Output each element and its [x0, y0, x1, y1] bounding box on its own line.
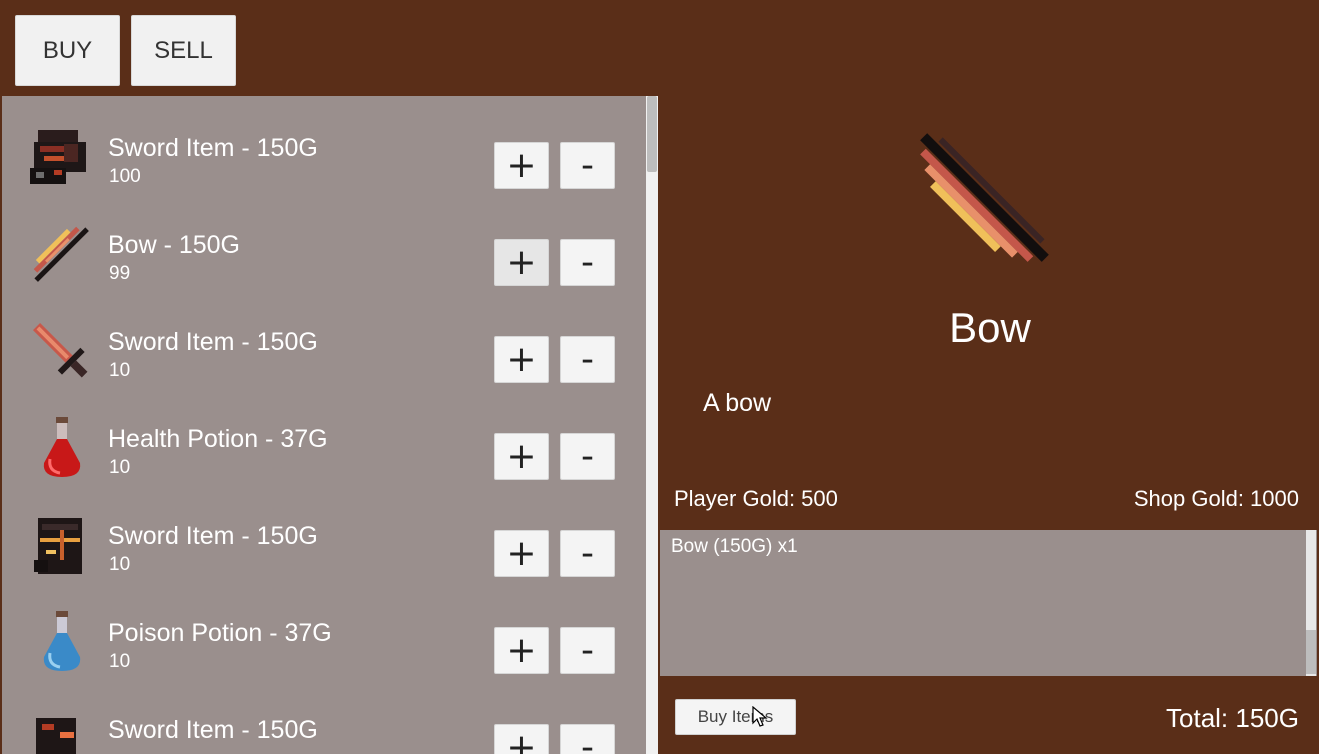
decrease-quantity-button[interactable]: - — [560, 530, 615, 577]
item-count: 10 — [109, 360, 131, 381]
selected-item-name: Bow — [949, 304, 1031, 351]
bow-icon — [920, 133, 1049, 262]
selected-item-description: A bow — [703, 389, 772, 417]
buy-items-button[interactable]: Buy Items — [675, 699, 796, 735]
item-name: Sword Item - 150G — [108, 134, 318, 162]
blue-potion-icon — [43, 611, 81, 671]
item-count: 100 — [109, 166, 141, 187]
item-list-panel: Sword Item - 150G 100 + - Bow - 150G 99 … — [2, 96, 658, 754]
item-count: 99 — [109, 263, 131, 284]
increase-quantity-button[interactable]: + — [494, 530, 549, 577]
gauntlet-icon — [36, 718, 76, 754]
scrollbar-thumb[interactable] — [647, 96, 657, 172]
item-row[interactable]: Health Potion - 37G 10 + - — [2, 387, 642, 484]
decrease-quantity-button[interactable]: - — [560, 433, 615, 480]
decrease-quantity-button[interactable]: - — [560, 336, 615, 383]
increase-quantity-button[interactable]: + — [494, 239, 549, 286]
item-row[interactable]: Bow - 150G 99 + - — [2, 193, 642, 290]
total-price: Total: 150G — [1166, 703, 1299, 733]
cart-scrollbar[interactable] — [1306, 530, 1316, 676]
item-count: 10 — [109, 457, 131, 478]
item-name: Poison Potion - 37G — [108, 619, 332, 647]
increase-quantity-button[interactable]: + — [494, 336, 549, 383]
red-potion-icon — [43, 417, 81, 477]
decrease-quantity-button[interactable]: - — [560, 627, 615, 674]
item-name: Health Potion - 37G — [108, 425, 328, 453]
increase-quantity-button[interactable]: + — [494, 433, 549, 480]
sell-tab-button[interactable]: SELL — [131, 15, 236, 86]
decrease-quantity-button[interactable]: - — [560, 239, 615, 286]
item-list-scrollbar[interactable] — [646, 96, 658, 754]
cart-line: Bow (150G) x1 — [671, 536, 798, 557]
item-name: Sword Item - 150G — [108, 716, 318, 744]
item-count: 10 — [109, 554, 131, 575]
increase-quantity-button[interactable]: + — [494, 724, 549, 754]
item-name: Bow - 150G — [108, 231, 241, 259]
increase-quantity-button[interactable]: + — [494, 142, 549, 189]
player-gold: Player Gold: 500 — [674, 486, 838, 511]
item-name: Sword Item - 150G — [108, 328, 318, 356]
decrease-quantity-button[interactable]: - — [560, 142, 615, 189]
bow-icon — [33, 226, 89, 282]
buy-tab-button[interactable]: BUY — [15, 15, 120, 86]
item-name: Sword Item - 150G — [108, 522, 318, 550]
shop-gold: Shop Gold: 1000 — [1133, 486, 1299, 511]
cart-list: Bow (150G) x1 — [660, 530, 1317, 676]
decrease-quantity-button[interactable]: - — [560, 724, 615, 754]
item-row[interactable]: Sword Item - 150G 10 + - — [2, 484, 642, 581]
item-row[interactable]: Poison Potion - 37G 10 + - — [2, 581, 642, 678]
item-row[interactable]: Sword Item - 150G 100 + - — [2, 96, 642, 193]
sword-icon — [33, 323, 88, 378]
item-row[interactable]: Sword Item - 150G 10 + - — [2, 290, 642, 387]
increase-quantity-button[interactable]: + — [494, 627, 549, 674]
item-count: 10 — [109, 651, 131, 672]
mouse-cursor-icon — [752, 706, 768, 727]
scrollbar-thumb[interactable] — [1306, 630, 1316, 674]
armor-icon — [34, 518, 82, 574]
item-row[interactable]: Sword Item - 150G + - — [2, 678, 642, 754]
helmet-icon — [30, 130, 86, 184]
